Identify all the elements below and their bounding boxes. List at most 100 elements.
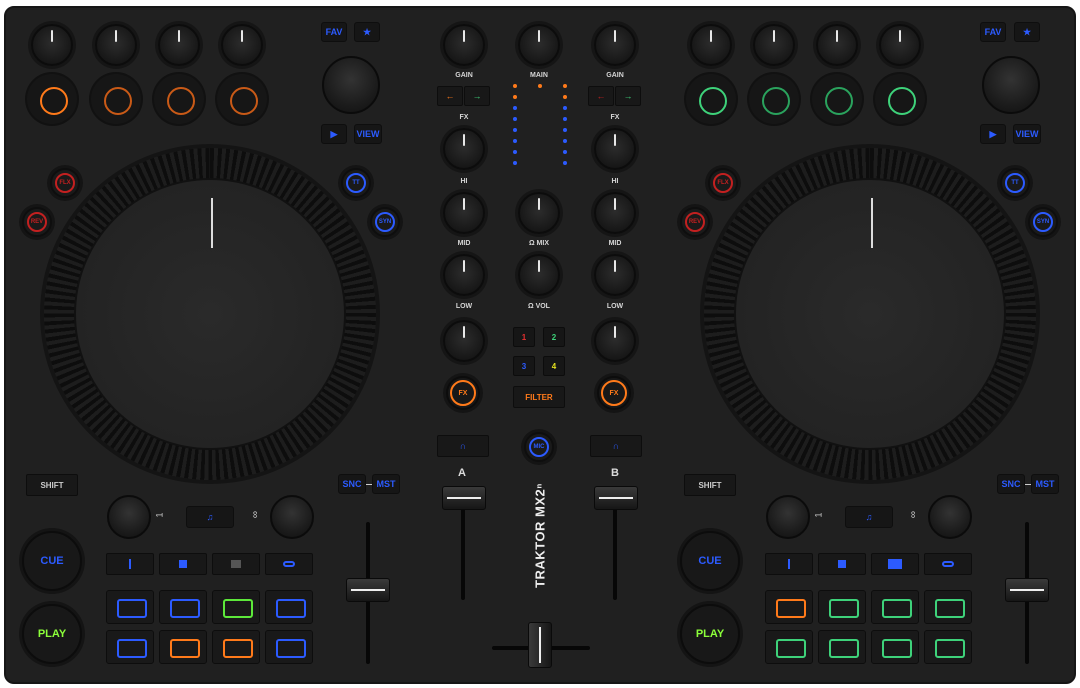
browse-encoder[interactable] [982,56,1040,114]
fx-button-2[interactable] [749,74,799,124]
sync-button[interactable]: SNC [338,474,366,494]
pad-7[interactable] [212,630,260,664]
shift-button[interactable]: SHIFT [684,474,736,496]
reverse-button[interactable]: REV [680,207,710,237]
jog-mode-button[interactable]: SYN [370,207,400,237]
gain-knob-right[interactable] [594,24,636,66]
pad-8[interactable] [265,630,313,664]
pad-3[interactable] [871,590,919,624]
low-eq-knob-left[interactable] [443,320,485,362]
cue-button[interactable]: CUE [680,531,740,591]
low-eq-knob-right[interactable] [594,320,636,362]
preview-play-button[interactable]: ▶ [321,124,347,144]
gain-knob-left[interactable] [443,24,485,66]
fx-knob-4[interactable] [221,24,263,66]
master-button[interactable]: MST [372,474,400,494]
tempo-knob[interactable] [766,495,810,539]
pad-4[interactable] [265,590,313,624]
pad-8[interactable] [924,630,972,664]
jog-mode-button[interactable]: SYN [1028,207,1058,237]
flux-button[interactable]: FLX [50,168,80,198]
keylock-button[interactable]: ♫ [186,506,234,528]
pad-2[interactable] [818,590,866,624]
tempo-knob[interactable] [107,495,151,539]
main-knob[interactable] [518,24,560,66]
play-button[interactable]: PLAY [22,604,82,664]
headphone-vol-knob[interactable] [518,254,560,296]
loop-knob[interactable] [270,495,314,539]
channel-fader-left[interactable] [442,486,486,510]
mode-button-1[interactable] [765,553,813,575]
hi-eq-knob-right[interactable] [594,192,636,234]
pad-2[interactable] [159,590,207,624]
jog-wheel-right[interactable] [704,148,1036,480]
pad-3[interactable] [212,590,260,624]
filter-button[interactable]: FILTER [513,386,565,408]
fx-knob-3[interactable] [816,24,858,66]
fx-button-2[interactable] [91,74,141,124]
star-button[interactable]: ★ [1014,22,1040,42]
deck-select-4[interactable]: 4 [543,356,565,376]
fx-button-3[interactable] [812,74,862,124]
hi-eq-knob-left[interactable] [443,192,485,234]
fx-knob-left[interactable] [443,128,485,170]
headphone-cue-right[interactable]: ∩ [590,435,642,457]
pad-6[interactable] [159,630,207,664]
browse-encoder[interactable] [322,56,380,114]
headphone-cue-left[interactable]: ∩ [437,435,489,457]
pitch-fader-right[interactable] [1005,578,1049,602]
fx-assign-left-a[interactable]: ← [437,86,463,106]
shift-button[interactable]: SHIFT [26,474,78,496]
mid-eq-knob-left[interactable] [443,254,485,296]
fx-button-1[interactable] [686,74,736,124]
mode-button-1[interactable] [106,553,154,575]
fx-knob-2[interactable] [753,24,795,66]
cue-button[interactable]: CUE [22,531,82,591]
pad-1[interactable] [106,590,154,624]
keylock-button[interactable]: ♫ [845,506,893,528]
flux-button[interactable]: FLX [708,168,738,198]
channel-fader-right[interactable] [594,486,638,510]
jog-wheel-left[interactable] [44,148,376,480]
fx-knob-1[interactable] [690,24,732,66]
mode-button-3[interactable] [212,553,260,575]
mode-button-2[interactable] [159,553,207,575]
pad-4[interactable] [924,590,972,624]
star-button[interactable]: ★ [354,22,380,42]
deck-select-1[interactable]: 1 [513,327,535,347]
fx-knob-right[interactable] [594,128,636,170]
preview-play-button[interactable]: ▶ [980,124,1006,144]
deck-select-2[interactable]: 2 [543,327,565,347]
mic-button[interactable]: MIC [524,432,554,462]
master-button[interactable]: MST [1031,474,1059,494]
fx-button-right[interactable]: FX [597,376,631,410]
fx-knob-3[interactable] [158,24,200,66]
mode-button-4[interactable] [924,553,972,575]
pad-6[interactable] [818,630,866,664]
jog-platter-right[interactable] [734,178,1006,450]
pad-5[interactable] [765,630,813,664]
tt-button[interactable]: TT [341,168,371,198]
fx-assign-left-b[interactable]: → [464,86,490,106]
mode-button-4[interactable] [265,553,313,575]
view-button[interactable]: VIEW [1013,124,1041,144]
reverse-button[interactable]: REV [22,207,52,237]
mode-button-2[interactable] [818,553,866,575]
mid-eq-knob-right[interactable] [594,254,636,296]
loop-knob[interactable] [928,495,972,539]
jog-platter-left[interactable] [74,178,346,450]
fx-button-1[interactable] [27,74,77,124]
pitch-fader-left[interactable] [346,578,390,602]
fx-knob-4[interactable] [879,24,921,66]
play-button[interactable]: PLAY [680,604,740,664]
fx-button-4[interactable] [875,74,925,124]
fx-button-4[interactable] [217,74,267,124]
view-button[interactable]: VIEW [354,124,382,144]
fx-knob-1[interactable] [31,24,73,66]
deck-select-3[interactable]: 3 [513,356,535,376]
fx-assign-right-a[interactable]: ← [588,86,614,106]
sync-button[interactable]: SNC [997,474,1025,494]
fx-button-left[interactable]: FX [446,376,480,410]
pad-7[interactable] [871,630,919,664]
pad-5[interactable] [106,630,154,664]
